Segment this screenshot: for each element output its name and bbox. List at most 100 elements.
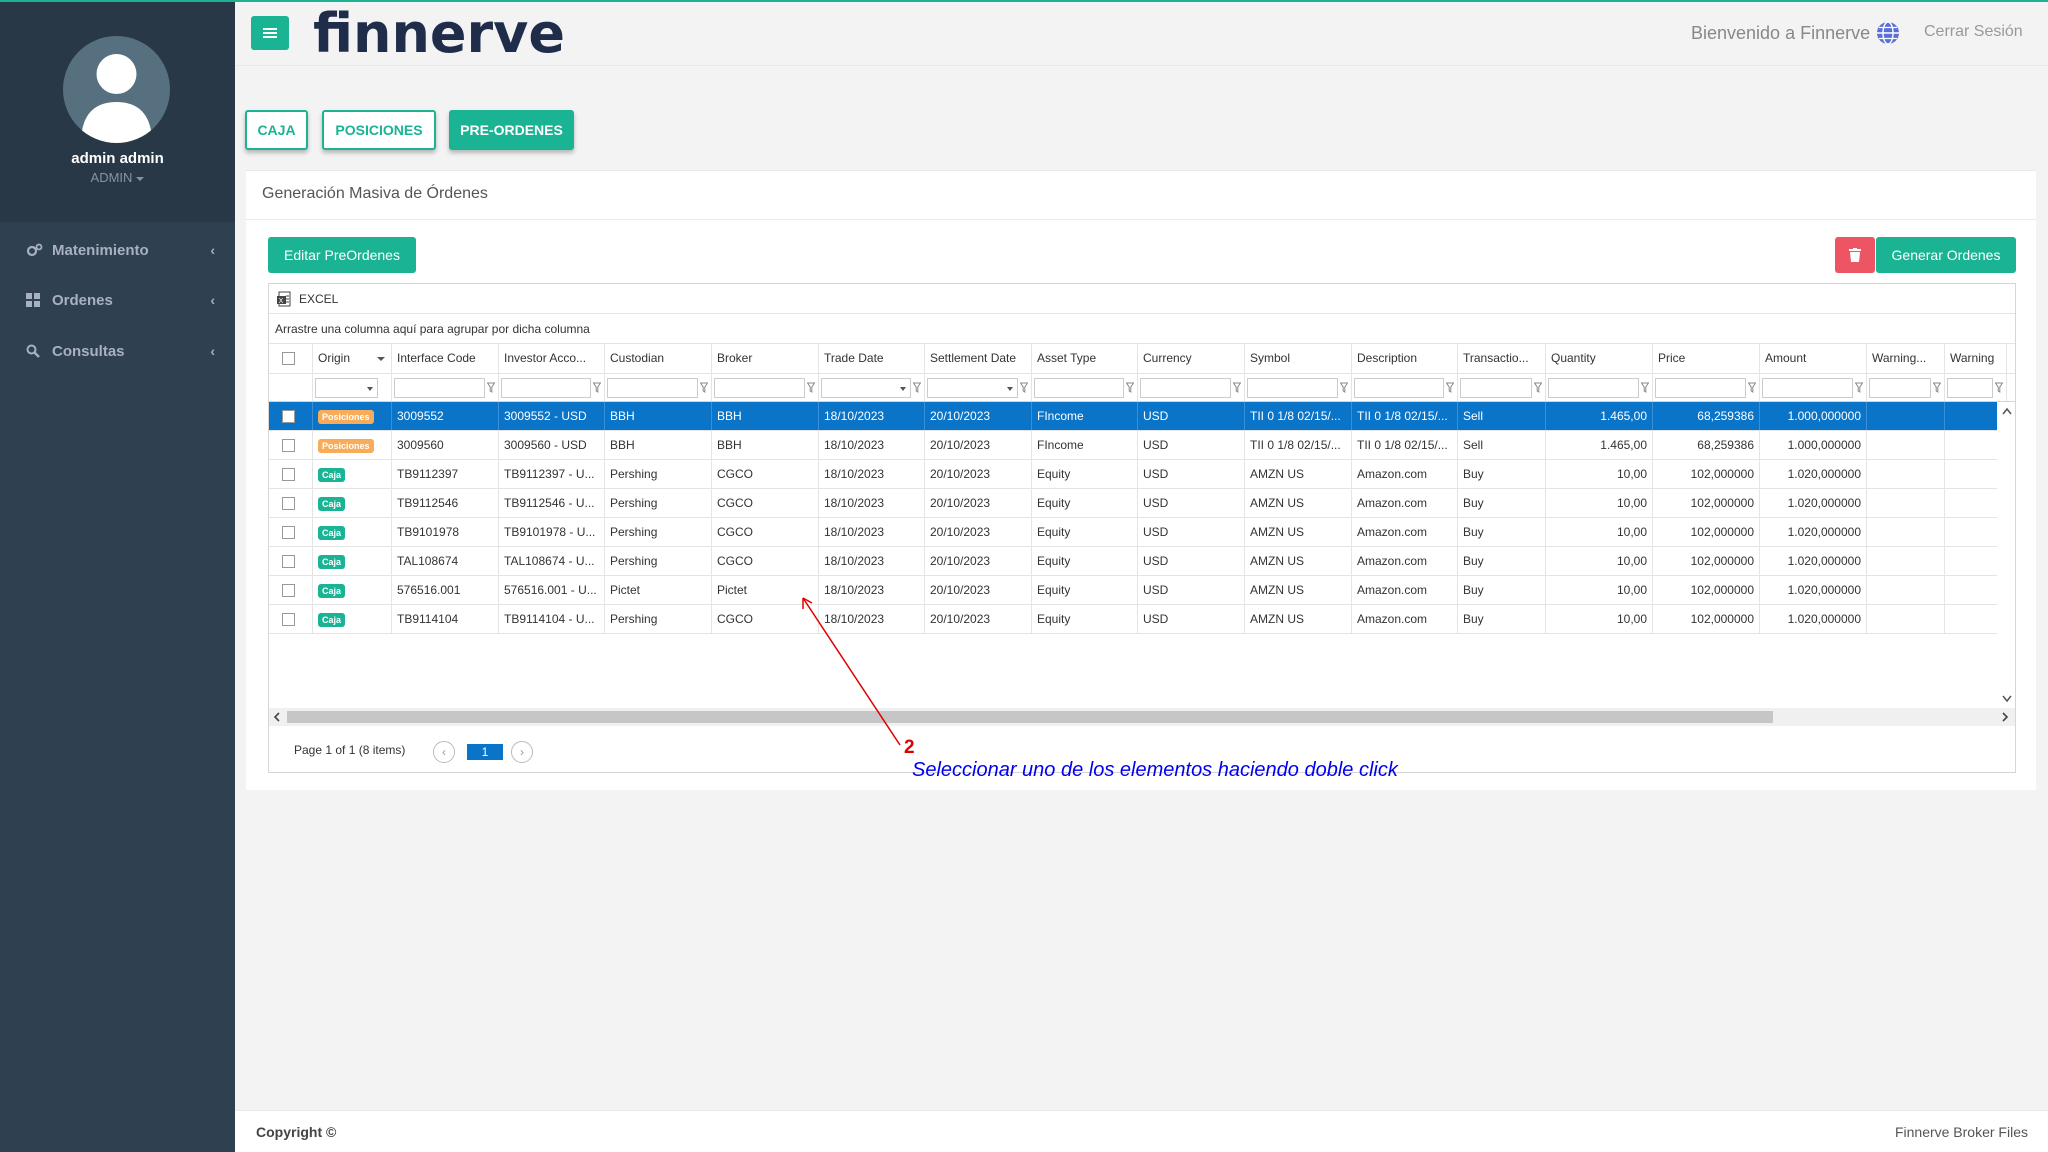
row-select-cell[interactable] — [269, 547, 313, 575]
tab-caja[interactable]: CAJA — [245, 110, 308, 150]
menu-toggle-button[interactable] — [251, 16, 289, 50]
column-header-amount[interactable]: Amount — [1760, 344, 1867, 373]
row-checkbox[interactable] — [282, 410, 295, 424]
column-header-price[interactable]: Price — [1653, 344, 1760, 373]
column-filter-input[interactable] — [1548, 378, 1639, 398]
filter-funnel-icon[interactable] — [1995, 382, 2003, 394]
sidebar-item-consultas[interactable]: Consultas ‹ — [0, 326, 235, 376]
row-select-cell[interactable] — [269, 605, 313, 633]
filter-funnel-icon[interactable] — [1855, 382, 1863, 394]
row-checkbox[interactable] — [282, 526, 295, 540]
row-select-cell[interactable] — [269, 518, 313, 546]
next-page-button[interactable]: › — [511, 741, 533, 763]
row-select-cell[interactable] — [269, 460, 313, 488]
column-header-settlement-date[interactable]: Settlement Date — [925, 344, 1032, 373]
excel-export-button[interactable]: X EXCEL — [277, 291, 338, 307]
column-header-trade-date[interactable]: Trade Date — [819, 344, 925, 373]
delete-button[interactable] — [1835, 237, 1875, 273]
filter-funnel-icon[interactable] — [1233, 382, 1241, 394]
page-1-button[interactable]: 1 — [467, 744, 503, 760]
column-filter-input[interactable] — [1034, 378, 1124, 398]
profile-name[interactable]: admin admin — [0, 150, 235, 167]
column-header-custodian[interactable]: Custodian — [605, 344, 712, 373]
column-header-warning-2[interactable]: Warning — [1945, 344, 2007, 373]
table-row[interactable]: Caja TAL108674 TAL108674 - U... Pershing CGC… — [269, 547, 2007, 576]
column-filter-input[interactable] — [394, 378, 485, 398]
filter-funnel-icon[interactable] — [1340, 382, 1348, 394]
filter-funnel-icon[interactable] — [593, 382, 601, 394]
column-filter-input[interactable] — [1869, 378, 1931, 398]
select-all-checkbox[interactable] — [282, 352, 295, 366]
scrollbar-thumb[interactable] — [287, 711, 1773, 723]
column-filter-input[interactable] — [1947, 378, 1993, 398]
row-checkbox[interactable] — [282, 468, 295, 482]
row-select-cell[interactable] — [269, 402, 313, 430]
column-filter-input[interactable] — [1354, 378, 1444, 398]
sidebar-item-matenimiento[interactable]: Matenimiento ‹ — [0, 225, 235, 275]
table-row[interactable]: Caja TB9101978 TB9101978 - U... Pershing CGC… — [269, 518, 2007, 547]
column-header-broker[interactable]: Broker — [712, 344, 819, 373]
column-filter-input[interactable] — [607, 378, 698, 398]
edit-preorders-button[interactable]: Editar PreOrdenes — [268, 237, 416, 273]
select-all-cell[interactable] — [269, 344, 313, 373]
column-filter-input[interactable] — [1140, 378, 1231, 398]
filter-funnel-icon[interactable] — [1126, 382, 1134, 394]
table-row[interactable]: Caja TB9114104 TB9114104 - U... Pershing CGC… — [269, 605, 2007, 634]
column-filter-input[interactable] — [714, 378, 805, 398]
filter-funnel-icon[interactable] — [807, 382, 815, 394]
column-header-transaction[interactable]: Transactio... — [1458, 344, 1546, 373]
generate-orders-button[interactable]: Generar Ordenes — [1876, 237, 2016, 273]
row-select-cell[interactable] — [269, 489, 313, 517]
column-header-asset-type[interactable]: Asset Type — [1032, 344, 1138, 373]
logout-link[interactable]: Cerrar Sesión — [1924, 23, 2023, 41]
row-select-cell[interactable] — [269, 431, 313, 459]
tab-pre-ordenes[interactable]: PRE-ORDENES — [449, 110, 574, 150]
column-filter-input[interactable] — [1655, 378, 1746, 398]
filter-funnel-icon[interactable] — [700, 382, 708, 394]
column-filter-input[interactable] — [501, 378, 591, 398]
tab-posiciones[interactable]: POSICIONES — [322, 110, 436, 150]
row-checkbox[interactable] — [282, 497, 295, 511]
column-filter-input[interactable] — [927, 378, 1018, 398]
column-filter-input[interactable] — [1460, 378, 1532, 398]
group-panel[interactable]: Arrastre una columna aquí para agrupar p… — [269, 314, 2015, 344]
column-header-currency[interactable]: Currency — [1138, 344, 1245, 373]
table-row[interactable]: Caja TB9112546 TB9112546 - U... Pershing CGC… — [269, 489, 2007, 518]
column-filter-input[interactable] — [315, 378, 378, 398]
table-row[interactable]: Caja 576516.001 576516.001 - U... Pictet Pic… — [269, 576, 2007, 605]
vertical-scrollbar[interactable] — [1997, 402, 2015, 708]
prev-page-button[interactable]: ‹ — [433, 741, 455, 763]
filter-funnel-icon[interactable] — [1446, 382, 1454, 394]
brand-logo[interactable]: finnerve — [313, 2, 565, 66]
filter-funnel-icon[interactable] — [1933, 382, 1941, 394]
column-header-symbol[interactable]: Symbol — [1245, 344, 1352, 373]
row-checkbox[interactable] — [282, 613, 295, 627]
profile-role-dropdown[interactable]: ADMIN — [0, 170, 235, 185]
column-filter-input[interactable] — [821, 378, 911, 398]
horizontal-scrollbar[interactable] — [269, 708, 2015, 726]
filter-funnel-icon[interactable] — [487, 382, 495, 394]
filter-funnel-icon[interactable] — [1748, 382, 1756, 394]
sort-dropdown-icon[interactable] — [377, 357, 385, 361]
filter-funnel-icon[interactable] — [1641, 382, 1649, 394]
table-row[interactable]: Posiciones 3009552 3009552 - USD BBH BBH 18/1… — [269, 402, 2007, 431]
globe-icon[interactable] — [1875, 20, 1901, 46]
column-filter-input[interactable] — [1247, 378, 1338, 398]
filter-funnel-icon[interactable] — [913, 382, 921, 394]
avatar[interactable] — [63, 36, 170, 143]
table-row[interactable]: Caja TB9112397 TB9112397 - U... Pershing CGC… — [269, 460, 2007, 489]
row-select-cell[interactable] — [269, 576, 313, 604]
column-header-interface-code[interactable]: Interface Code — [392, 344, 499, 373]
table-row[interactable]: Posiciones 3009560 3009560 - USD BBH BBH 18/1… — [269, 431, 2007, 460]
column-header-origin[interactable]: Origin — [313, 344, 392, 373]
column-filter-input[interactable] — [1762, 378, 1853, 398]
row-checkbox[interactable] — [282, 555, 295, 569]
filter-funnel-icon[interactable] — [1020, 382, 1028, 394]
column-header-description[interactable]: Description — [1352, 344, 1458, 373]
sidebar-item-ordenes[interactable]: Ordenes ‹ — [0, 275, 235, 325]
row-checkbox[interactable] — [282, 439, 295, 453]
row-checkbox[interactable] — [282, 584, 295, 598]
column-header-investor-account[interactable]: Investor Acco... — [499, 344, 605, 373]
column-header-quantity[interactable]: Quantity — [1546, 344, 1653, 373]
column-header-warning-1[interactable]: Warning... — [1867, 344, 1945, 373]
